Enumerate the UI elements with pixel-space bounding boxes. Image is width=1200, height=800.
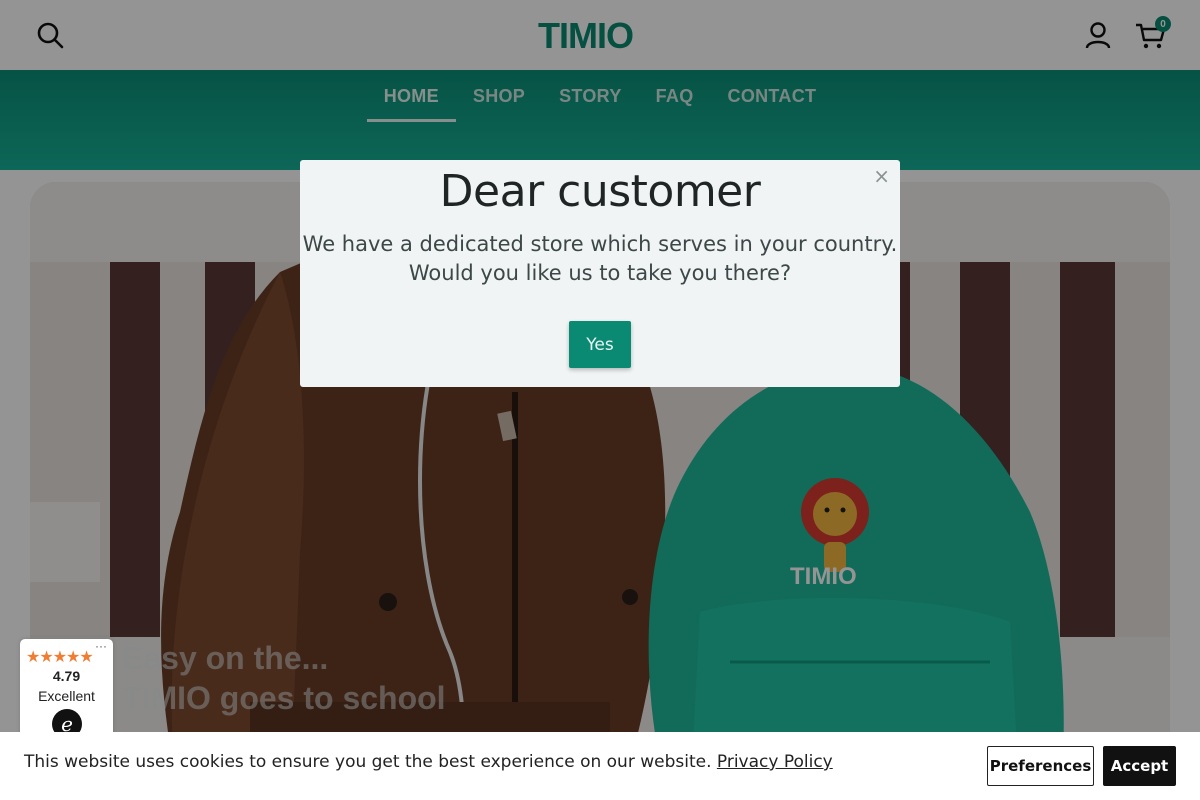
more-options-icon[interactable]: ··· [95, 639, 107, 653]
cookie-text: This website uses cookies to ensure you … [24, 752, 712, 772]
preferences-button[interactable]: Preferences [987, 746, 1094, 786]
modal-body: We have a dedicated store which serves i… [300, 230, 900, 288]
privacy-policy-link[interactable]: Privacy Policy [717, 752, 833, 772]
accept-button[interactable]: Accept [1103, 746, 1176, 786]
modal-backdrop[interactable] [0, 0, 1200, 800]
modal-body-line-1: We have a dedicated store which serves i… [302, 232, 898, 256]
rating-score: 4.79 [52, 668, 81, 684]
rating-stars: ★★★★★ [26, 649, 94, 666]
cookie-message: This website uses cookies to ensure you … [24, 752, 833, 772]
rating-label: Excellent [38, 688, 95, 704]
yes-button[interactable]: Yes [569, 321, 631, 368]
country-redirect-modal: × Dear customer We have a dedicated stor… [300, 160, 900, 387]
modal-title: Dear customer [439, 166, 761, 217]
modal-body-line-2: Would you like us to take you there? [408, 261, 792, 285]
cookie-banner: This website uses cookies to ensure you … [0, 732, 1200, 800]
